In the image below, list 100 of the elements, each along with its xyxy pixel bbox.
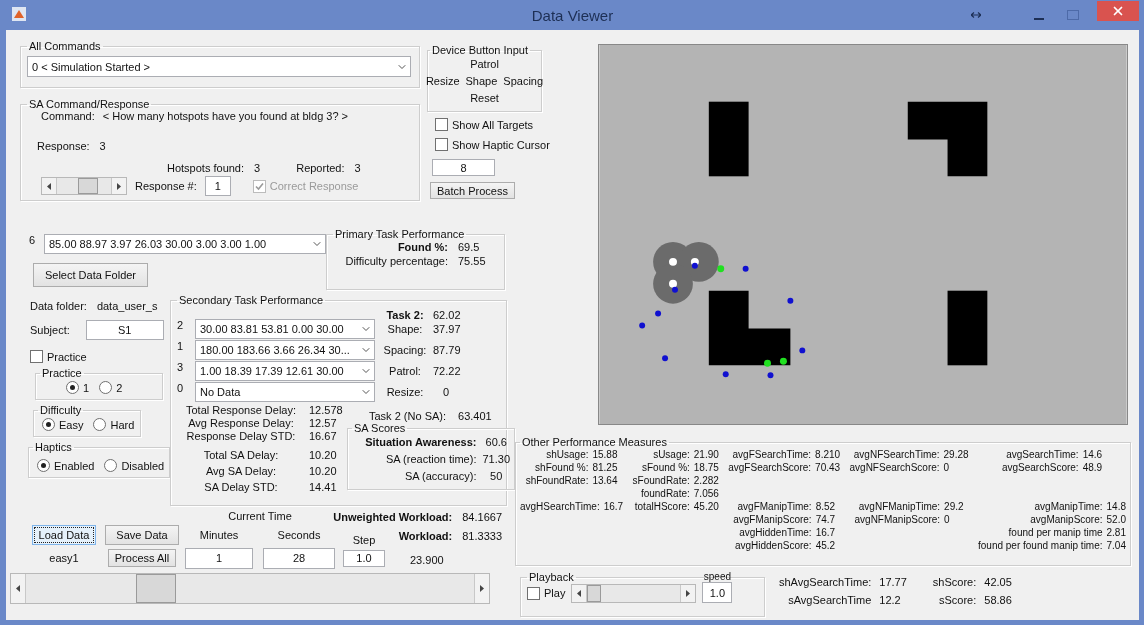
scroll-right-button[interactable] (112, 178, 126, 194)
radio-button[interactable] (42, 418, 55, 431)
label: sFoundRate: (632, 475, 690, 486)
value: 15.88 (592, 448, 619, 461)
row-index: 6 (29, 234, 37, 246)
scroll-left-button[interactable] (42, 178, 56, 194)
label: shUsage: (546, 449, 589, 460)
label: Workload: (398, 530, 453, 542)
dropdown[interactable]: 1.00 18.39 17.39 12.61 30.00 (195, 361, 375, 381)
label: Avg Response Delay: (188, 417, 294, 429)
slider-thumb[interactable] (136, 574, 177, 603)
panel-title: Secondary Task Performance (178, 294, 325, 306)
slider[interactable] (41, 177, 127, 195)
text-field[interactable]: 8 (432, 159, 495, 176)
radio-button[interactable] (37, 459, 50, 472)
label: sUsage: (653, 449, 690, 460)
radio-button[interactable] (93, 418, 107, 431)
value: 16.7 (815, 526, 837, 539)
checkbox-label: Practice (47, 350, 87, 363)
dropdown[interactable]: 85.00 88.97 3.97 26.03 30.00 3.00 3.00 1.00 (44, 234, 326, 254)
value: 52.0 (1106, 513, 1126, 526)
radio-button[interactable] (66, 381, 79, 394)
resize-icon[interactable] (971, 12, 981, 18)
label: avgNFManipScore: (854, 514, 941, 525)
slider[interactable] (571, 583, 697, 603)
checkbox[interactable] (435, 138, 448, 151)
right-arrow-icon (686, 589, 691, 597)
dropdown[interactable]: 0 < Simulation Started > (27, 56, 411, 77)
app-icon (12, 7, 26, 21)
dropdown[interactable]: 180.00 183.66 3.66 26.34 30... (195, 340, 375, 360)
radio-button[interactable] (104, 459, 118, 472)
select-folder-button[interactable]: Select Data Folder (33, 263, 148, 287)
value: 70.43 (815, 461, 841, 474)
text-field[interactable]: 1.0 (343, 549, 385, 567)
panel-title: SA Scores (353, 422, 407, 434)
device-button-label: Resize (425, 74, 460, 89)
label: Subject: (30, 324, 70, 336)
value: data_user_s (96, 300, 158, 312)
slider-thumb[interactable] (78, 178, 99, 194)
value: 8.210 (815, 448, 841, 461)
checkbox[interactable] (30, 350, 43, 363)
save-data-button[interactable]: Save Data (105, 525, 179, 545)
value: 10.20 (309, 465, 337, 477)
close-button[interactable] (1097, 1, 1139, 21)
radio-label: Hard (110, 418, 135, 431)
value: 81.3333 (462, 529, 502, 544)
text-field[interactable]: S1 (85, 320, 164, 340)
label: Hotspots found: (167, 162, 245, 174)
value: 14.41 (309, 481, 337, 493)
text-field[interactable]: 1 (185, 547, 253, 569)
slider-thumb[interactable] (587, 584, 602, 602)
value: 71.30 (482, 453, 510, 465)
value: 13.64 (592, 474, 619, 487)
text-field[interactable]: 1 (204, 176, 231, 196)
label: avgSearchScore: (1001, 462, 1079, 473)
checkbox[interactable] (527, 586, 540, 600)
radio-button[interactable] (99, 381, 113, 394)
scroll-right-button[interactable] (475, 574, 489, 603)
minimize-icon (1034, 18, 1044, 20)
radio-label: 1 (83, 381, 90, 394)
label: avgFManipScore: (733, 514, 812, 525)
scroll-right-button[interactable] (681, 584, 696, 602)
value: 21.90 (693, 448, 719, 461)
label: totalHScore: (634, 501, 690, 512)
label: avgHiddenScore: (734, 540, 812, 551)
label: Difficulty percentage: (345, 255, 448, 267)
value: 23.900 (410, 554, 444, 566)
load-data-button[interactable]: Load Data (31, 525, 97, 545)
label: Resize: (386, 386, 424, 398)
value: 2.282 (693, 474, 719, 487)
value: 72.22 (433, 365, 461, 377)
device-button-label: Patrol (470, 57, 499, 72)
dropdown[interactable]: 30.00 83.81 53.81 0.00 30.00 (195, 319, 375, 339)
value: 0 (943, 461, 951, 474)
label: Minutes (199, 529, 239, 541)
process-all-button[interactable]: Process All (107, 549, 177, 567)
label: Current Time (228, 510, 292, 522)
text-field[interactable]: 1.0 (702, 582, 733, 603)
checkbox[interactable] (435, 118, 448, 131)
panel-title: Practice (41, 367, 83, 379)
scroll-left-button[interactable] (572, 584, 587, 602)
value: 74.7 (815, 513, 837, 526)
label: avgHiddenTime: (739, 527, 812, 538)
batch-process-button[interactable]: Batch Process (430, 182, 515, 199)
left-arrow-icon (16, 585, 20, 592)
label: SA (accuracy): (404, 470, 477, 482)
label: shFoundRate: (525, 475, 589, 486)
scroll-left-button[interactable] (11, 574, 25, 603)
slider[interactable] (10, 573, 490, 604)
dropdown[interactable]: No Data (195, 382, 375, 402)
row-index: 1 (177, 340, 185, 352)
row-index: 0 (177, 382, 185, 394)
label: avgFSearchTime: (732, 449, 812, 460)
text-field[interactable]: 28 (263, 547, 335, 569)
label: Response #: (135, 180, 197, 192)
label: Seconds (277, 529, 321, 541)
label: avgFSearchScore: (728, 462, 812, 473)
label: Data folder: (30, 300, 87, 312)
panel-title: Primary Task Performance (334, 228, 466, 240)
value: 81.25 (592, 461, 619, 474)
